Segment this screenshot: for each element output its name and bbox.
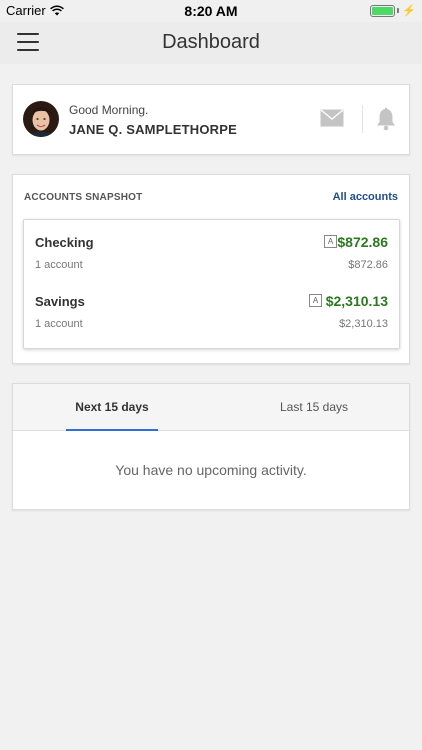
accounts-list: Checking 1 account A $872.86 $872.86 Sav… [23,219,400,349]
activity-card: Next 15 days Last 15 days You have no up… [12,383,410,510]
greeting-text: Good Morning. [69,103,149,117]
status-right: ⚡ [370,4,416,17]
status-time: 8:20 AM [184,3,238,19]
tab-next-15-days[interactable]: Next 15 days [66,384,158,431]
avatar-photo [23,101,59,137]
avatar[interactable] [23,101,59,137]
nav-bar: Dashboard [0,22,422,64]
account-name: Checking [35,235,94,250]
active-tab-indicator [66,429,158,431]
account-balance-secondary: $872.86 [348,259,388,271]
accounts-snapshot-card: ACCOUNTS SNAPSHOT All accounts Checking … [12,174,410,364]
account-count: 1 account [35,318,83,330]
tab-last-15-days[interactable]: Last 15 days [268,384,360,431]
battery-fill [372,6,394,15]
account-balance: $2,310.13 [325,293,388,309]
status-bar: Carrier 8:20 AM ⚡ [0,0,422,22]
account-balance-secondary: $2,310.13 [339,318,388,330]
account-name: Savings [35,294,85,309]
empty-activity-message: You have no upcoming activity. [115,462,307,478]
account-balance: $872.86 [337,234,388,250]
account-row-savings[interactable]: Savings 1 account A $2,310.13 $2,310.13 [24,279,399,335]
battery-cap [397,8,400,13]
profile-card: Good Morning. JANE Q. SAMPLETHORPE [12,84,410,155]
account-count: 1 account [35,259,83,271]
battery-icon [370,4,396,17]
mail-icon[interactable] [320,109,344,127]
all-accounts-link[interactable]: All accounts [333,191,398,203]
account-row-checking[interactable]: Checking 1 account A $872.86 $872.86 [24,220,399,276]
charging-bolt-icon: ⚡ [402,5,416,17]
vertical-divider [362,105,363,133]
user-name: JANE Q. SAMPLETHORPE [69,122,237,137]
page-title: Dashboard [162,31,260,53]
account-type-badge: A [324,235,337,248]
bell-icon[interactable] [375,107,397,131]
section-title: ACCOUNTS SNAPSHOT [24,192,143,203]
account-type-badge: A [309,294,322,307]
activity-tabs: Next 15 days Last 15 days [13,384,409,431]
